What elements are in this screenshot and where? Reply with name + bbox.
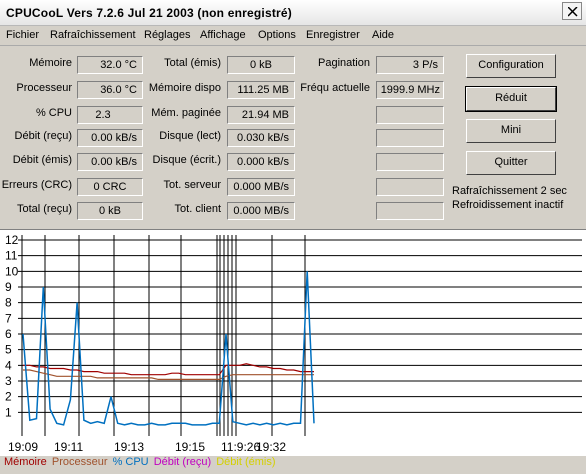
refresh-status: Rafraîchissement 2 sec — [452, 185, 567, 197]
menu-enregistrer[interactable]: Enregistrer — [306, 29, 360, 41]
value-memoire-dispo: 111.25 MB — [227, 81, 295, 99]
y-tick-label: 6 — [5, 327, 12, 341]
menu-fichier[interactable]: Fichier — [6, 29, 39, 41]
y-tick-label: 9 — [5, 280, 12, 294]
value-tot-client: 0.000 MB/s — [227, 202, 295, 220]
legend-debit-recu: Débit (reçu) — [153, 456, 212, 468]
label-memoire-temp: Mémoire — [29, 57, 72, 69]
label-mem-paginee: Mém. paginée — [151, 107, 221, 119]
value-tot-serveur: 0.000 MB/s — [227, 178, 295, 196]
value-disque-lect: 0.030 kB/s — [227, 129, 295, 147]
history-chart: 12345678910111219:09 19:11 19:13 19:15 11:9:… — [5, 233, 582, 454]
cpucool-window: CPUCooL Vers 7.2.6 Jul 21 2003 (non enre… — [0, 0, 586, 474]
title-bar[interactable]: CPUCooL Vers 7.2.6 Jul 21 2003 (non enre… — [0, 0, 586, 26]
value-disque-ecrit: 0.000 kB/s — [227, 153, 295, 171]
label-disque-ecrit: Disque (écrit.) — [152, 154, 221, 166]
value-debit-emis: 0.00 kB/s — [77, 153, 143, 171]
chart-legend: Mémoire Processeur % CPU Débit (reçu) Dé… — [4, 456, 278, 468]
y-tick-label: 3 — [5, 374, 12, 388]
y-tick-label: 7 — [5, 311, 12, 325]
label-total-emis: Total (émis) — [164, 57, 221, 69]
x-tick-label: 19:09 — [8, 440, 38, 454]
menu-rafraichissement[interactable]: Rafraîchissement — [50, 29, 136, 41]
value-frequence: 1999.9 MHz — [376, 81, 444, 99]
value-processeur-temp: 36.0 °C — [77, 81, 143, 99]
label-memoire-dispo: Mémoire dispo — [148, 82, 221, 94]
label-debit-recu: Débit (reçu) — [14, 130, 72, 142]
value-memoire-temp: 32.0 °C — [77, 56, 143, 74]
y-tick-label: 11 — [5, 249, 18, 263]
legend-processeur: Processeur — [51, 456, 108, 468]
y-tick-label: 2 — [5, 390, 12, 404]
label-disque-lect: Disque (lect) — [159, 130, 221, 142]
label-cpu-percent: % CPU — [35, 107, 72, 119]
menu-options[interactable]: Options — [258, 29, 296, 41]
series-line-processeur — [23, 369, 314, 380]
reduit-button[interactable]: Réduit — [465, 86, 557, 112]
label-frequence: Fréqu actuelle — [300, 82, 370, 94]
value-total-emis: 0 kB — [227, 56, 295, 74]
value-empty-5 — [376, 202, 444, 220]
legend-memoire: Mémoire — [4, 456, 47, 468]
value-pagination: 3 P/s — [376, 56, 444, 74]
x-tick-label: 19:15 — [175, 440, 205, 454]
label-processeur-temp: Processeur — [16, 82, 72, 94]
window-title: CPUCooL Vers 7.2.6 Jul 21 2003 (non enre… — [6, 6, 292, 20]
menu-aide[interactable]: Aide — [372, 29, 394, 41]
mini-button[interactable]: Mini — [466, 119, 556, 143]
label-debit-emis: Débit (émis) — [12, 154, 72, 166]
legend-cpu: % CPU — [112, 456, 149, 468]
label-erreurs-crc: Erreurs (CRC) — [1, 179, 72, 191]
y-tick-label: 1 — [5, 405, 12, 419]
y-tick-label: 12 — [5, 233, 19, 247]
label-tot-client: Tot. client — [174, 203, 221, 215]
value-empty-2 — [376, 129, 444, 147]
x-tick-label: 11:9:26 — [221, 440, 260, 454]
value-debit-recu: 0.00 kB/s — [77, 129, 143, 147]
quitter-button[interactable]: Quitter — [466, 151, 556, 175]
x-tick-label: 19:13 — [114, 440, 144, 454]
configuration-button[interactable]: Configuration — [466, 54, 556, 78]
label-total-recu: Total (reçu) — [16, 203, 72, 215]
value-cpu-percent: 2.3 — [77, 106, 143, 124]
value-empty-1 — [376, 106, 444, 124]
value-empty-3 — [376, 153, 444, 171]
value-erreurs-crc: 0 CRC — [77, 178, 143, 196]
y-tick-label: 5 — [5, 343, 12, 357]
close-icon — [568, 7, 578, 17]
legend-debit-emis: Débit (émis) — [216, 456, 276, 468]
x-tick-label: 19:11 — [54, 440, 83, 454]
value-empty-4 — [376, 178, 444, 196]
y-tick-label: 8 — [5, 296, 12, 310]
menu-reglages[interactable]: Réglages — [144, 29, 190, 41]
y-tick-label: 4 — [5, 358, 12, 372]
label-pagination: Pagination — [318, 57, 370, 69]
y-tick-label: 10 — [5, 264, 19, 278]
value-mem-paginee: 21.94 MB — [227, 106, 295, 124]
series-line--cpu — [22, 271, 315, 426]
close-button[interactable] — [562, 2, 582, 20]
x-tick-label: 19:32 — [256, 440, 286, 454]
label-tot-serveur: Tot. serveur — [163, 179, 221, 191]
value-total-recu: 0 kB — [77, 202, 143, 220]
menu-affichage[interactable]: Affichage — [200, 29, 246, 41]
menu-bar: Fichier Rafraîchissement Réglages Affich… — [0, 26, 586, 46]
cooling-status: Refroidissement inactif — [452, 199, 564, 211]
history-graph: 1 2 3 4 5 6 7 8 9 10 11 12 19:09 19:11 19:13 19:15 11:9:… — [0, 229, 586, 456]
